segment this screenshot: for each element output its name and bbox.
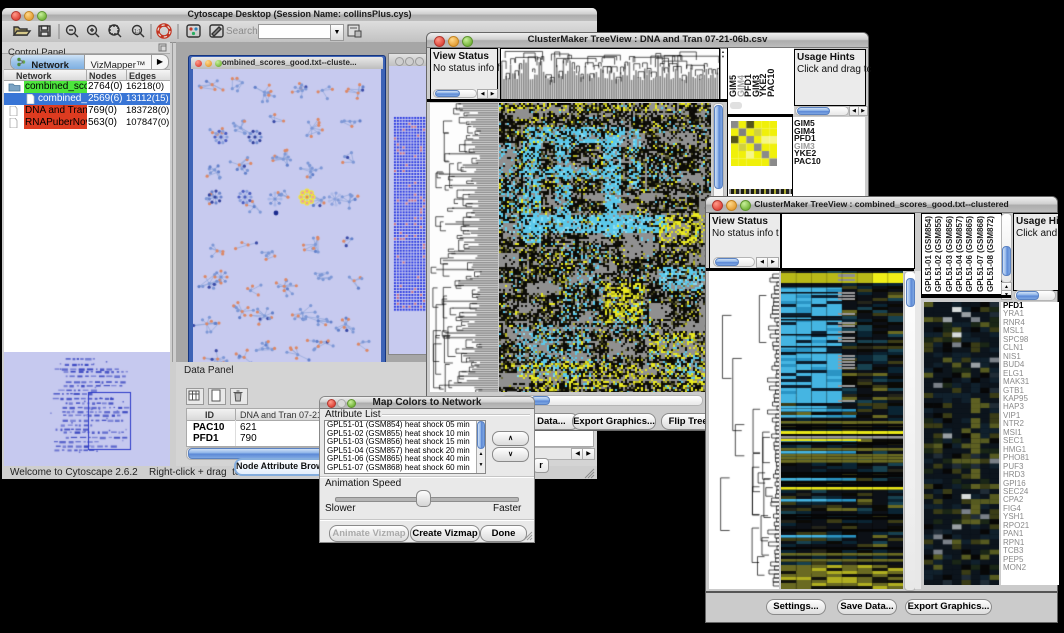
svg-text:1:1: 1:1 — [134, 29, 141, 35]
